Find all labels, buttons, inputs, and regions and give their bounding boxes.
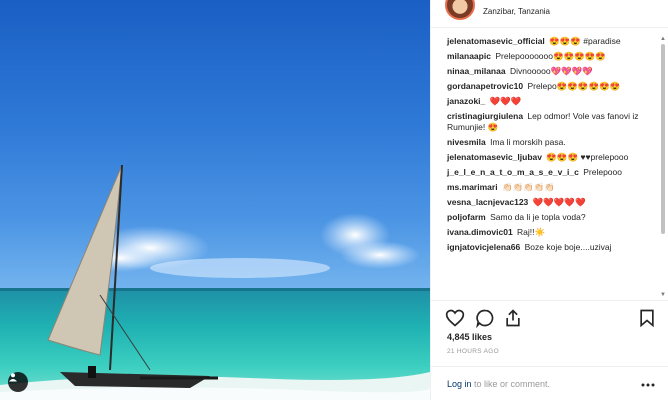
comment-item: janazoki_ ❤️❤️❤️ [447,96,659,107]
comment-item: jelenatomasevic_ljubav 😍😍😍 ♥♥prelepooo [447,152,659,163]
comment-item: poljofarm Samo da li je topla voda? [447,212,659,223]
comment-text: ❤️❤️❤️ [489,96,522,106]
comment-text: Boze koje boje....uzivaj [524,242,612,252]
comment-username[interactable]: ms.marimari [447,182,498,192]
comment-text: 😍😍😍 #paradise [549,36,621,46]
comment-username[interactable]: vesna_lacnjevac123 [447,197,528,207]
comment-text: ❤️❤️❤️❤️❤️ [532,197,586,207]
comment-text: 😍😍😍 ♥♥prelepooo [546,152,629,162]
comment-item: nivesmila Ima li morskih pasa. [447,137,659,148]
comment-item: ninaa_milanaa Divnooooo💖💖💖💖 [447,66,659,77]
comment-text: Prelepooooooo😍😍😍😍😍 [495,51,606,61]
comment-username[interactable]: jelenatomasevic_ljubav [447,152,542,162]
comment-username[interactable]: milanaapic [447,51,491,61]
user-tag-icon[interactable] [8,372,28,392]
beach-sailboat-image [0,164,430,400]
login-link[interactable]: Log in [447,379,472,389]
avatar[interactable] [445,0,475,20]
post-timestamp: 21 HOURS AGO [447,348,500,355]
comment-username[interactable]: j_e_l_e_n_a_t_o_m_a_s_e_v_i_c [447,167,579,177]
instagram-post: Zanzibar, Tanzania jelenatomasevic_offic… [0,0,668,400]
comment-username[interactable]: ivana.dimovic01 [447,227,513,237]
login-text: Log in to like or comment. [447,379,550,389]
heart-icon[interactable] [445,308,465,328]
comment-text: Prelepo😍😍😍😍😍😍 [527,81,621,91]
bookmark-icon[interactable] [637,308,657,328]
comment-item: j_e_l_e_n_a_t_o_m_a_s_e_v_i_c Prelepooo [447,167,659,178]
location-link[interactable]: Zanzibar, Tanzania [483,7,550,16]
like-count[interactable]: 4,845 likes [447,332,492,342]
comment-text: Raj!!☀️ [517,227,546,237]
comment-item: milanaapic Prelepooooooo😍😍😍😍😍 [447,51,659,62]
comment-username[interactable]: nivesmila [447,137,486,147]
comment-username[interactable]: ignjatovicjelena66 [447,242,520,252]
comment-text: Divnooooo💖💖💖💖 [509,66,593,76]
comment-username[interactable]: gordanapetrovic10 [447,81,523,91]
scroll-up-icon[interactable]: ▲ [660,36,666,42]
login-prompt: Log in to like or comment. [431,366,668,400]
comment-item: jelenatomasevic_official 😍😍😍 #paradise [447,36,659,47]
comment-icon[interactable] [475,308,495,328]
comment-username[interactable]: janazoki_ [447,96,485,106]
post-side-panel: Zanzibar, Tanzania jelenatomasevic_offic… [430,0,668,400]
comment-text: 👏🏻👏🏻👏🏻👏🏻👏🏻 [501,182,555,192]
comment-username[interactable]: jelenatomasevic_official [447,36,545,46]
comment-item: ivana.dimovic01 Raj!!☀️ [447,227,659,238]
comment-username[interactable]: ninaa_milanaa [447,66,506,76]
comment-item: ignjatovicjelena66 Boze koje boje....uzi… [447,242,659,253]
comments-scrollbar[interactable]: ▲ ▼ [660,36,666,298]
comment-item: ms.marimari 👏🏻👏🏻👏🏻👏🏻👏🏻 [447,182,659,193]
comments-list: jelenatomasevic_official 😍😍😍 #paradise m… [431,36,659,298]
more-icon[interactable] [641,383,655,387]
scroll-down-icon[interactable]: ▼ [660,292,666,298]
scroll-thumb[interactable] [661,44,665,234]
login-suffix: to like or comment. [471,379,551,389]
comment-item: gordanapetrovic10 Prelepo😍😍😍😍😍😍 [447,81,659,92]
share-icon[interactable] [503,308,523,328]
comment-username[interactable]: cristinagiurgiulena [447,111,523,121]
action-bar [431,300,668,334]
post-header: Zanzibar, Tanzania [431,0,668,28]
comment-username[interactable]: poljofarm [447,212,486,222]
post-photo[interactable] [0,0,430,400]
comment-item: cristinagiurgiulena Lep odmor! Vole vas … [447,111,659,133]
comment-text: Ima li morskih pasa. [490,137,566,147]
comment-item: vesna_lacnjevac123 ❤️❤️❤️❤️❤️ [447,197,659,208]
comment-text: Samo da li je topla voda? [490,212,586,222]
comment-text: Prelepooo [583,167,622,177]
